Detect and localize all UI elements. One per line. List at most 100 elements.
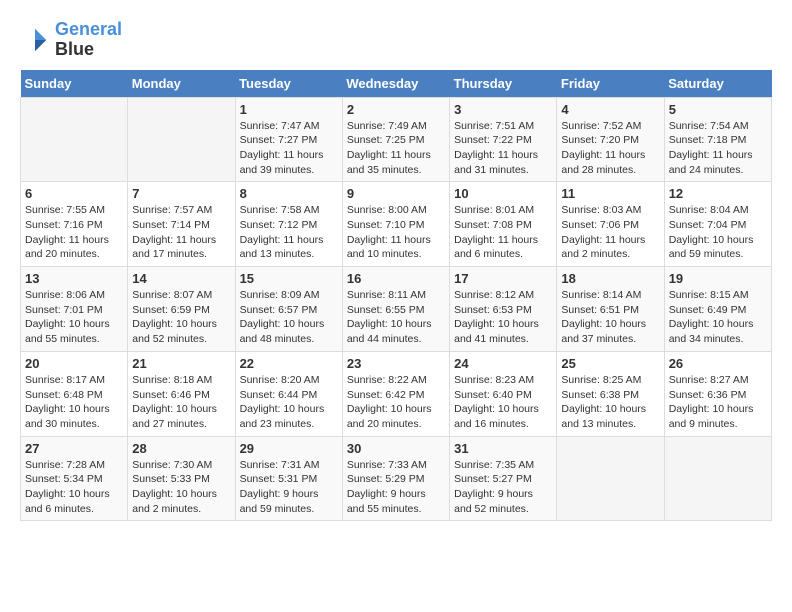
calendar-cell-w4-d0: 27 Sunrise: 7:28 AMSunset: 5:34 PMDayligh… — [21, 436, 128, 521]
day-number: 10 — [454, 186, 552, 201]
page-header: GeneralBlue — [20, 20, 772, 60]
day-info: Sunrise: 7:28 AMSunset: 5:34 PMDaylight:… — [25, 458, 123, 517]
day-number: 28 — [132, 441, 230, 456]
day-number: 11 — [561, 186, 659, 201]
weekday-header-thursday: Thursday — [450, 70, 557, 98]
day-info: Sunrise: 7:47 AMSunset: 7:27 PMDaylight:… — [240, 119, 338, 178]
day-info: Sunrise: 8:11 AMSunset: 6:55 PMDaylight:… — [347, 288, 445, 347]
day-number: 20 — [25, 356, 123, 371]
calendar-cell-w3-d2: 22 Sunrise: 8:20 AMSunset: 6:44 PMDayligh… — [235, 351, 342, 436]
day-info: Sunrise: 7:54 AMSunset: 7:18 PMDaylight:… — [669, 119, 767, 178]
calendar-cell-w0-d3: 2Sunrise: 7:49 AMSunset: 7:25 PMDaylight… — [342, 97, 449, 182]
calendar-cell-w4-d6 — [664, 436, 771, 521]
day-info: Sunrise: 8:20 AMSunset: 6:44 PMDaylight:… — [240, 373, 338, 432]
day-info: Sunrise: 8:22 AMSunset: 6:42 PMDaylight:… — [347, 373, 445, 432]
calendar-cell-w1-d5: 11Sunrise: 8:03 AMSunset: 7:06 PMDayligh… — [557, 182, 664, 267]
day-info: Sunrise: 7:31 AMSunset: 5:31 PMDaylight:… — [240, 458, 338, 517]
calendar-cell-w2-d6: 19 Sunrise: 8:15 AMSunset: 6:49 PMDayligh… — [664, 267, 771, 352]
calendar-cell-w1-d6: 12Sunrise: 8:04 AMSunset: 7:04 PMDayligh… — [664, 182, 771, 267]
day-number: 12 — [669, 186, 767, 201]
day-number: 1 — [240, 102, 338, 117]
day-number: 27 — [25, 441, 123, 456]
day-info: Sunrise: 8:27 AMSunset: 6:36 PMDaylight:… — [669, 373, 767, 432]
weekday-header-monday: Monday — [128, 70, 235, 98]
day-info: Sunrise: 8:06 AMSunset: 7:01 PMDaylight:… — [25, 288, 123, 347]
day-number: 22 — [240, 356, 338, 371]
calendar-cell-w0-d2: 1 Sunrise: 7:47 AMSunset: 7:27 PMDaylight… — [235, 97, 342, 182]
calendar-cell-w0-d6: 5 Sunrise: 7:54 AMSunset: 7:18 PMDaylight… — [664, 97, 771, 182]
calendar-cell-w0-d5: 4 Sunrise: 7:52 AMSunset: 7:20 PMDaylight… — [557, 97, 664, 182]
calendar-table: SundayMondayTuesdayWednesdayThursdayFrid… — [20, 70, 772, 522]
day-info: Sunrise: 7:51 AMSunset: 7:22 PMDaylight:… — [454, 119, 552, 178]
day-info: Sunrise: 8:00 AMSunset: 7:10 PMDaylight:… — [347, 203, 445, 262]
day-info: Sunrise: 7:35 AMSunset: 5:27 PMDaylight:… — [454, 458, 552, 517]
calendar-cell-w3-d1: 21Sunrise: 8:18 AMSunset: 6:46 PMDayligh… — [128, 351, 235, 436]
calendar-cell-w4-d3: 30 Sunrise: 7:33 AMSunset: 5:29 PMDayligh… — [342, 436, 449, 521]
day-number: 15 — [240, 271, 338, 286]
calendar-cell-w0-d4: 3 Sunrise: 7:51 AMSunset: 7:22 PMDaylight… — [450, 97, 557, 182]
logo-icon — [20, 25, 50, 55]
day-info: Sunrise: 8:17 AMSunset: 6:48 PMDaylight:… — [25, 373, 123, 432]
calendar-cell-w0-d0 — [21, 97, 128, 182]
day-number: 17 — [454, 271, 552, 286]
day-number: 3 — [454, 102, 552, 117]
weekday-header-sunday: Sunday — [21, 70, 128, 98]
day-number: 19 — [669, 271, 767, 286]
day-number: 31 — [454, 441, 552, 456]
calendar-cell-w2-d5: 18 Sunrise: 8:14 AMSunset: 6:51 PMDayligh… — [557, 267, 664, 352]
day-number: 30 — [347, 441, 445, 456]
calendar-cell-w4-d1: 28 Sunrise: 7:30 AMSunset: 5:33 PMDayligh… — [128, 436, 235, 521]
day-number: 23 — [347, 356, 445, 371]
day-info: Sunrise: 7:58 AMSunset: 7:12 PMDaylight:… — [240, 203, 338, 262]
calendar-cell-w2-d3: 16 Sunrise: 8:11 AMSunset: 6:55 PMDayligh… — [342, 267, 449, 352]
day-number: 18 — [561, 271, 659, 286]
calendar-cell-w4-d5 — [557, 436, 664, 521]
calendar-cell-w2-d0: 13 Sunrise: 8:06 AMSunset: 7:01 PMDayligh… — [21, 267, 128, 352]
calendar-cell-w1-d2: 8 Sunrise: 7:58 AMSunset: 7:12 PMDaylight… — [235, 182, 342, 267]
day-info: Sunrise: 8:12 AMSunset: 6:53 PMDaylight:… — [454, 288, 552, 347]
day-info: Sunrise: 8:25 AMSunset: 6:38 PMDaylight:… — [561, 373, 659, 432]
day-info: Sunrise: 7:52 AMSunset: 7:20 PMDaylight:… — [561, 119, 659, 178]
day-info: Sunrise: 8:09 AMSunset: 6:57 PMDaylight:… — [240, 288, 338, 347]
day-info: Sunrise: 7:57 AMSunset: 7:14 PMDaylight:… — [132, 203, 230, 262]
calendar-cell-w3-d3: 23 Sunrise: 8:22 AMSunset: 6:42 PMDayligh… — [342, 351, 449, 436]
calendar-cell-w2-d4: 17 Sunrise: 8:12 AMSunset: 6:53 PMDayligh… — [450, 267, 557, 352]
day-number: 29 — [240, 441, 338, 456]
logo: GeneralBlue — [20, 20, 122, 60]
day-number: 6 — [25, 186, 123, 201]
calendar-cell-w4-d2: 29 Sunrise: 7:31 AMSunset: 5:31 PMDayligh… — [235, 436, 342, 521]
day-info: Sunrise: 8:15 AMSunset: 6:49 PMDaylight:… — [669, 288, 767, 347]
day-info: Sunrise: 8:07 AMSunset: 6:59 PMDaylight:… — [132, 288, 230, 347]
calendar-cell-w3-d5: 25 Sunrise: 8:25 AMSunset: 6:38 PMDayligh… — [557, 351, 664, 436]
day-info: Sunrise: 8:18 AMSunset: 6:46 PMDaylight:… — [132, 373, 230, 432]
day-number: 4 — [561, 102, 659, 117]
calendar-cell-w3-d6: 26 Sunrise: 8:27 AMSunset: 6:36 PMDayligh… — [664, 351, 771, 436]
day-info: Sunrise: 7:33 AMSunset: 5:29 PMDaylight:… — [347, 458, 445, 517]
day-number: 5 — [669, 102, 767, 117]
day-number: 13 — [25, 271, 123, 286]
day-info: Sunrise: 8:01 AMSunset: 7:08 PMDaylight:… — [454, 203, 552, 262]
day-number: 24 — [454, 356, 552, 371]
day-number: 9 — [347, 186, 445, 201]
day-number: 16 — [347, 271, 445, 286]
weekday-header-tuesday: Tuesday — [235, 70, 342, 98]
day-number: 25 — [561, 356, 659, 371]
day-number: 7 — [132, 186, 230, 201]
calendar-cell-w3-d4: 24Sunrise: 8:23 AMSunset: 6:40 PMDayligh… — [450, 351, 557, 436]
calendar-cell-w0-d1 — [128, 97, 235, 182]
weekday-header-friday: Friday — [557, 70, 664, 98]
calendar-cell-w4-d4: 31 Sunrise: 7:35 AMSunset: 5:27 PMDayligh… — [450, 436, 557, 521]
calendar-cell-w1-d0: 6Sunrise: 7:55 AMSunset: 7:16 PMDaylight… — [21, 182, 128, 267]
calendar-cell-w1-d4: 10 Sunrise: 8:01 AMSunset: 7:08 PMDayligh… — [450, 182, 557, 267]
calendar-cell-w1-d1: 7 Sunrise: 7:57 AMSunset: 7:14 PMDaylight… — [128, 182, 235, 267]
day-info: Sunrise: 7:49 AMSunset: 7:25 PMDaylight:… — [347, 119, 445, 178]
calendar-cell-w2-d1: 14 Sunrise: 8:07 AMSunset: 6:59 PMDayligh… — [128, 267, 235, 352]
calendar-cell-w1-d3: 9 Sunrise: 8:00 AMSunset: 7:10 PMDaylight… — [342, 182, 449, 267]
day-info: Sunrise: 7:30 AMSunset: 5:33 PMDaylight:… — [132, 458, 230, 517]
day-number: 8 — [240, 186, 338, 201]
day-number: 14 — [132, 271, 230, 286]
day-info: Sunrise: 8:14 AMSunset: 6:51 PMDaylight:… — [561, 288, 659, 347]
weekday-header-saturday: Saturday — [664, 70, 771, 98]
calendar-cell-w3-d0: 20 Sunrise: 8:17 AMSunset: 6:48 PMDayligh… — [21, 351, 128, 436]
day-number: 26 — [669, 356, 767, 371]
